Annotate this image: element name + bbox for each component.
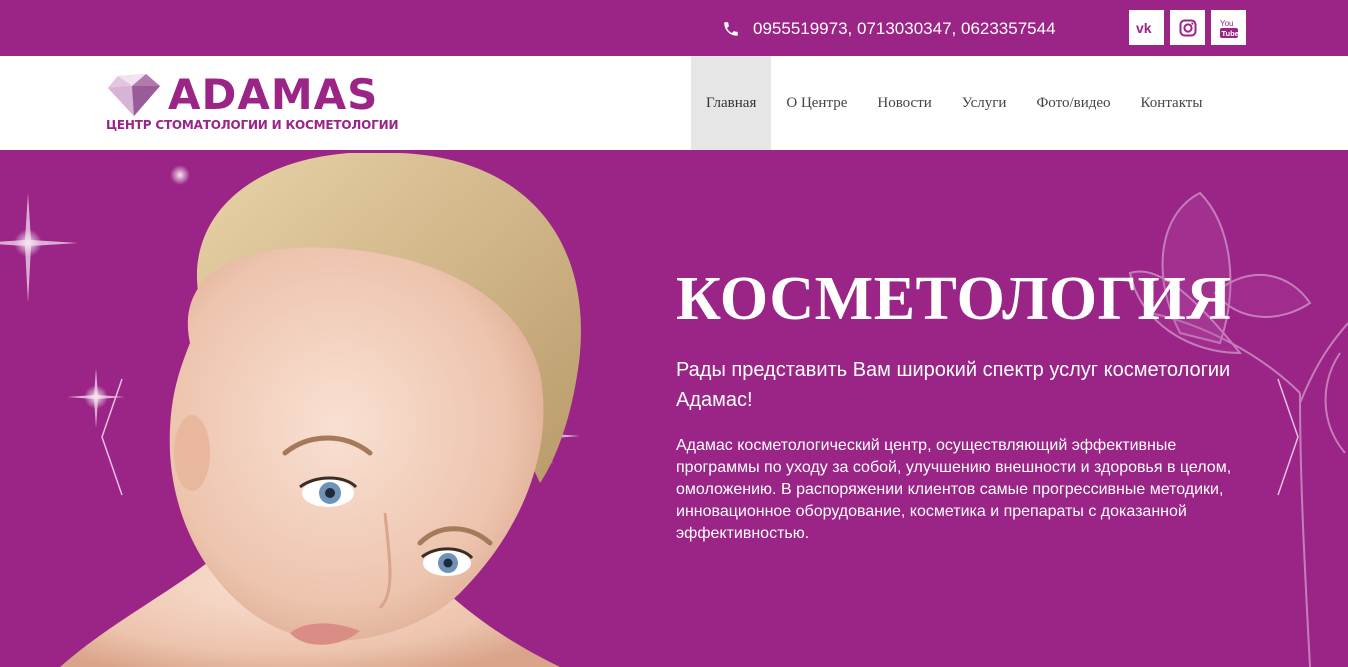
nav-item-media[interactable]: Фото/видео [1021,56,1125,150]
svg-text:vk: vk [1136,21,1152,35]
hero-subtitle: Рады представить Вам широкий спектр услу… [676,359,1231,411]
logo-wordmark: ADAMAS [168,70,379,119]
slider-prev-arrow-icon[interactable] [100,377,124,497]
main-nav: Главная О Центре Новости Услуги Фото/вид… [691,56,1217,150]
logo[interactable]: ADAMAS ЦЕНТР СТОМАТОЛОГИИ И КОСМЕТОЛОГИИ [104,70,404,140]
svg-text:Tube: Tube [1221,29,1238,38]
phone-block[interactable]: 0955519973, 0713030347, 0623357544 [722,17,1056,41]
phone-icon [724,22,738,36]
nav-item-home[interactable]: Главная [691,56,772,150]
youtube-icon[interactable]: You Tube [1211,10,1246,45]
hero-title: КОСМЕТОЛОГИЯ [676,265,1232,333]
nav-item-services[interactable]: Услуги [947,56,1022,150]
top-bar: 0955519973, 0713030347, 0623357544 vk Yo… [0,0,1348,56]
logo-subtitle: ЦЕНТР СТОМАТОЛОГИИ И КОСМЕТОЛОГИИ [106,118,399,132]
site-header: ADAMAS ЦЕНТР СТОМАТОЛОГИИ И КОСМЕТОЛОГИИ… [0,56,1348,152]
social-links: vk You Tube [1129,10,1246,45]
svg-text:You: You [1220,19,1234,28]
instagram-icon[interactable] [1170,10,1205,45]
nav-item-contacts[interactable]: Контакты [1126,56,1218,150]
vk-icon[interactable]: vk [1129,10,1164,45]
slider-next-arrow-icon[interactable] [1276,377,1300,497]
hero-slider: КОСМЕТОЛОГИЯ Рады представить Вам широки… [0,153,1348,667]
diamond-logo-icon [108,74,160,116]
hero-description: Адамас косметологический центр, осуществ… [676,437,1232,542]
woman-portrait [60,153,581,667]
nav-item-about[interactable]: О Центре [771,56,862,150]
nav-item-news[interactable]: Новости [862,56,946,150]
phone-numbers[interactable]: 0955519973, 0713030347, 0623357544 [753,19,1056,39]
